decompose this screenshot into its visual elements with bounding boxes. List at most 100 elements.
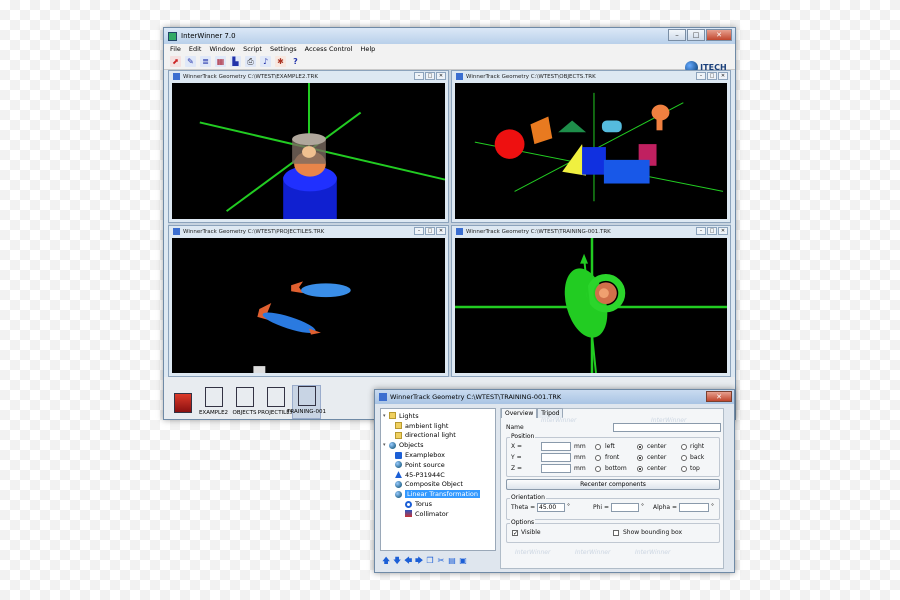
dialog-close-button[interactable]: ✕ [706, 391, 732, 402]
chart-tool-icon[interactable]: ⬈ [170, 56, 181, 67]
window-icon [173, 228, 180, 235]
radio-left-label: left [605, 443, 615, 450]
geometry-window-objects[interactable]: WinnerTrack Geometry C:\WTEST\OBJECTS.TR… [451, 70, 731, 223]
tree-node-objects[interactable]: ▾ Objects [383, 440, 493, 450]
box-icon [395, 451, 402, 459]
z-input[interactable] [541, 464, 571, 473]
radio-right[interactable] [681, 444, 687, 450]
geometry-window-example2[interactable]: WinnerTrack Geometry C:\WTEST\EXAMPLE2.T… [168, 70, 449, 223]
radio-center-y[interactable] [637, 455, 643, 461]
window-thumb-icon [204, 387, 223, 407]
tree-node-examplebox[interactable]: Examplebox [383, 450, 493, 460]
dock-label: TRAINING-001 [287, 409, 326, 415]
alpha-input[interactable] [679, 503, 709, 512]
geometry-window-training[interactable]: WinnerTrack Geometry C:\WTEST\TRAINING-0… [451, 225, 731, 377]
tree-node-torus[interactable]: Torus [383, 499, 493, 509]
arrow-up-icon[interactable]: 🡅 [382, 556, 390, 565]
3d-viewport[interactable] [455, 238, 727, 373]
radio-center-x[interactable] [637, 444, 643, 450]
edit-tool-icon[interactable]: ✎ [185, 56, 196, 67]
tree-node-45-p31944c[interactable]: 45-P31944C [383, 470, 493, 480]
child-close-button[interactable]: ✕ [436, 227, 446, 235]
geometry-window-projectiles[interactable]: WinnerTrack Geometry C:\WTEST\PROJECTILE… [168, 225, 449, 377]
main-titlebar[interactable]: InterWinner 7.0 – □ ✕ [164, 28, 735, 44]
tree-node-point-source[interactable]: Point source [383, 460, 493, 470]
3d-viewport[interactable] [172, 83, 445, 219]
menu-file[interactable]: File [170, 45, 181, 53]
name-input[interactable] [613, 423, 721, 432]
print-tool-icon[interactable]: ⎙ [245, 56, 256, 67]
y-input[interactable] [541, 453, 571, 462]
x-input[interactable] [541, 442, 571, 451]
bounding-box-checkbox[interactable] [613, 530, 619, 536]
bars-tool-icon[interactable]: ▙ [230, 56, 241, 67]
delete-icon[interactable]: ▣ [459, 556, 467, 565]
child-minimize-button[interactable]: – [696, 72, 706, 80]
radio-front[interactable] [595, 455, 601, 461]
help-tool-icon[interactable]: ? [290, 56, 301, 67]
settings-tool-icon[interactable]: ✱ [275, 56, 286, 67]
dock-item-home[interactable] [168, 393, 197, 419]
maximize-button[interactable]: □ [687, 29, 705, 41]
menu-access-control[interactable]: Access Control [305, 45, 353, 53]
tree-node-linear-transformation[interactable]: Linear Transformation [383, 489, 493, 499]
arrow-right-icon[interactable]: 🡆 [415, 556, 423, 565]
recenter-components-button[interactable]: Recenter components [506, 479, 720, 490]
child-maximize-button[interactable]: □ [707, 72, 717, 80]
close-button[interactable]: ✕ [706, 29, 732, 41]
arrow-left-icon[interactable]: 🡄 [404, 556, 412, 565]
script-tool-icon[interactable]: ♪ [260, 56, 271, 67]
menu-settings[interactable]: Settings [270, 45, 297, 53]
dialog-titlebar[interactable]: WinnerTrack Geometry C:\WTEST\TRAINING-0… [375, 390, 734, 404]
theta-input[interactable]: 45.00 [537, 503, 565, 512]
radio-right-label: right [690, 443, 705, 450]
child-close-button[interactable]: ✕ [718, 72, 728, 80]
child-maximize-button[interactable]: □ [425, 72, 435, 80]
copy-icon[interactable]: ❐ [426, 556, 434, 565]
radio-top-label: top [690, 465, 700, 472]
radio-center-z[interactable] [637, 466, 643, 472]
tree-node-collimator[interactable]: Collimator [383, 509, 493, 519]
watermark: InterWinner [515, 549, 551, 556]
child-minimize-button[interactable]: – [696, 227, 706, 235]
visible-checkbox[interactable]: ✓ [512, 530, 518, 537]
child-maximize-button[interactable]: □ [707, 227, 717, 235]
tree-node-ambient[interactable]: ambient light [383, 421, 493, 431]
tab-overview[interactable]: Overview [501, 408, 538, 418]
radio-top[interactable] [681, 466, 687, 472]
dialog-title: WinnerTrack Geometry C:\WTEST\TRAINING-0… [390, 393, 562, 401]
child-minimize-button[interactable]: – [414, 72, 424, 80]
menu-help[interactable]: Help [360, 45, 375, 53]
radio-bottom[interactable] [595, 466, 601, 472]
torus-icon [405, 500, 412, 508]
radio-left[interactable] [595, 444, 601, 450]
child-close-button[interactable]: ✕ [436, 72, 446, 80]
dock-item-objects[interactable]: OBJECTS [230, 387, 259, 419]
paste-icon[interactable]: ▤ [448, 556, 456, 565]
menu-edit[interactable]: Edit [189, 45, 202, 53]
3d-viewport[interactable] [455, 83, 727, 219]
3d-viewport[interactable] [172, 238, 445, 373]
tree-node-composite[interactable]: Composite Object [383, 480, 493, 490]
arrow-down-icon[interactable]: 🡇 [393, 556, 401, 565]
mdi-area: WinnerTrack Geometry C:\WTEST\EXAMPLE2.T… [168, 70, 731, 377]
dock-item-example2[interactable]: EXAMPLE2 [199, 387, 228, 419]
child-close-button[interactable]: ✕ [718, 227, 728, 235]
tree-node-directional[interactable]: directional light [383, 431, 493, 441]
menu-script[interactable]: Script [243, 45, 262, 53]
menu-window[interactable]: Window [209, 45, 235, 53]
child-minimize-button[interactable]: – [414, 227, 424, 235]
properties-dialog: WinnerTrack Geometry C:\WTEST\TRAINING-0… [374, 389, 735, 573]
dock-item-training[interactable]: TRAINING-001 [287, 385, 326, 419]
list-tool-icon[interactable]: ≣ [200, 56, 211, 67]
minimize-button[interactable]: – [668, 29, 686, 41]
graph-tool-icon[interactable]: ▦ [215, 56, 226, 67]
cut-icon[interactable]: ✂ [437, 556, 445, 565]
tree-toolbar: 🡅 🡇 🡄 🡆 ❐ ✂ ▤ ▣ [380, 554, 496, 567]
child-maximize-button[interactable]: □ [425, 227, 435, 235]
dock-item-projectiles[interactable]: PROJECTILES [258, 387, 293, 419]
tree-node-lights[interactable]: ▾ Lights [383, 411, 493, 421]
app-icon [168, 31, 177, 41]
phi-input[interactable] [611, 503, 639, 512]
radio-back[interactable] [681, 455, 687, 461]
